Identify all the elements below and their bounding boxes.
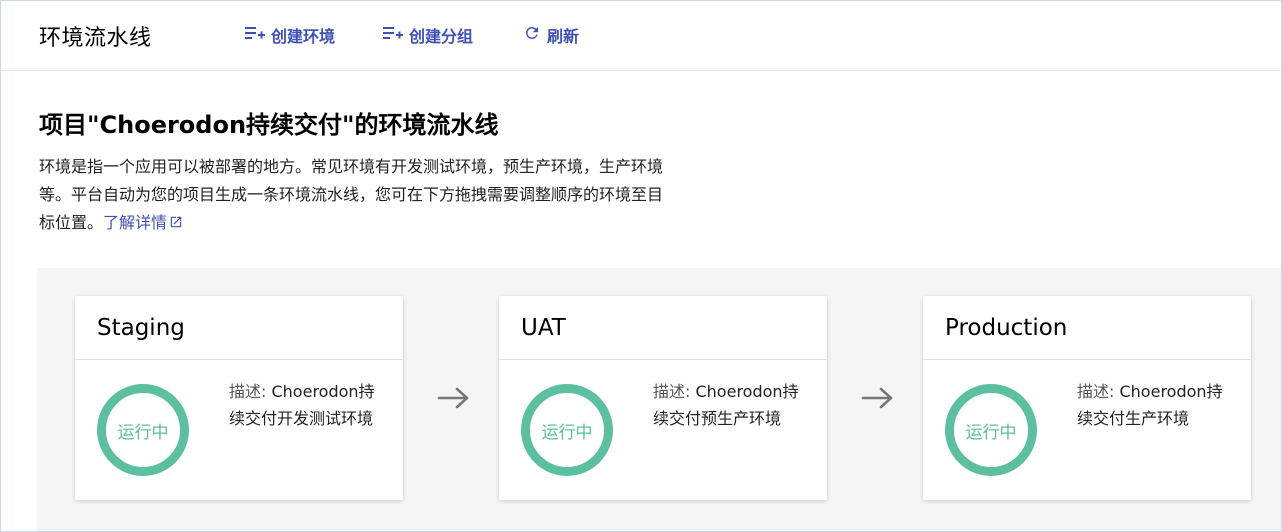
status-ring-running: 运行中	[521, 384, 613, 476]
description-label: 描述:	[229, 382, 267, 401]
status-label: 运行中	[117, 422, 169, 443]
status-label: 运行中	[965, 422, 1017, 443]
environment-name: Staging	[75, 296, 403, 360]
environment-card-uat[interactable]: UAT 运行中 描述: Choerodon持续交付预生产环境	[499, 296, 827, 500]
create-environment-button[interactable]: 创建环境	[245, 23, 335, 47]
create-group-button[interactable]: 创建分组	[383, 23, 473, 47]
refresh-icon	[523, 24, 547, 46]
refresh-label: 刷新	[547, 27, 580, 46]
description-label: 描述:	[1077, 382, 1115, 401]
header-title: 环境流水线	[39, 26, 152, 51]
environment-description: 描述: Choerodon持续交付预生产环境	[653, 378, 813, 432]
learn-more-label: 了解详情	[103, 213, 168, 232]
refresh-button[interactable]: 刷新	[523, 23, 579, 47]
description-line: 等。平台自动为您的项目生成一条环境流水线，您可在下方拖拽需要调整顺序的环境至目	[39, 185, 664, 204]
status-ring-running: 运行中	[97, 384, 189, 476]
playlist-add-icon	[245, 25, 271, 45]
learn-more-link[interactable]: 了解详情	[103, 213, 183, 232]
description-line-last: 标位置。了解详情	[39, 209, 739, 237]
status-label: 运行中	[541, 422, 593, 443]
environment-card-production[interactable]: Production 运行中 描述: Choerodon持续交付生产环境	[923, 296, 1251, 500]
arrow-right-icon	[861, 386, 895, 410]
environment-name: Production	[923, 296, 1251, 360]
description-line: 环境是指一个应用可以被部署的地方。常见环境有开发测试环境，预生产环境，生产环境	[39, 157, 664, 176]
status-ring-running: 运行中	[945, 384, 1037, 476]
create-group-label: 创建分组	[409, 27, 474, 46]
page-title: 项目"Choerodon持续交付"的环境流水线	[39, 111, 499, 139]
environment-card-staging[interactable]: Staging 运行中 描述: Choerodon持续交付开发测试环境	[75, 296, 403, 500]
page-description: 环境是指一个应用可以被部署的地方。常见环境有开发测试环境，预生产环境，生产环境 …	[39, 153, 739, 237]
environment-name: UAT	[499, 296, 827, 360]
environment-pipeline-board: Staging 运行中 描述: Choerodon持续交付开发测试环境 UAT …	[37, 268, 1281, 531]
page-header: 环境流水线 创建环境 创建分组 刷新	[1, 1, 1281, 71]
environment-description: 描述: Choerodon持续交付开发测试环境	[229, 378, 389, 432]
create-environment-label: 创建环境	[271, 27, 336, 46]
arrow-right-icon	[437, 386, 471, 410]
playlist-add-icon	[383, 25, 409, 45]
description-label: 描述:	[653, 382, 691, 401]
external-link-icon	[167, 213, 183, 232]
environment-description: 描述: Choerodon持续交付生产环境	[1077, 378, 1237, 432]
app-frame: 环境流水线 创建环境 创建分组 刷新 项目"Choerodon持续交付"的环境流…	[0, 0, 1282, 532]
description-line-text: 标位置。	[39, 213, 104, 232]
